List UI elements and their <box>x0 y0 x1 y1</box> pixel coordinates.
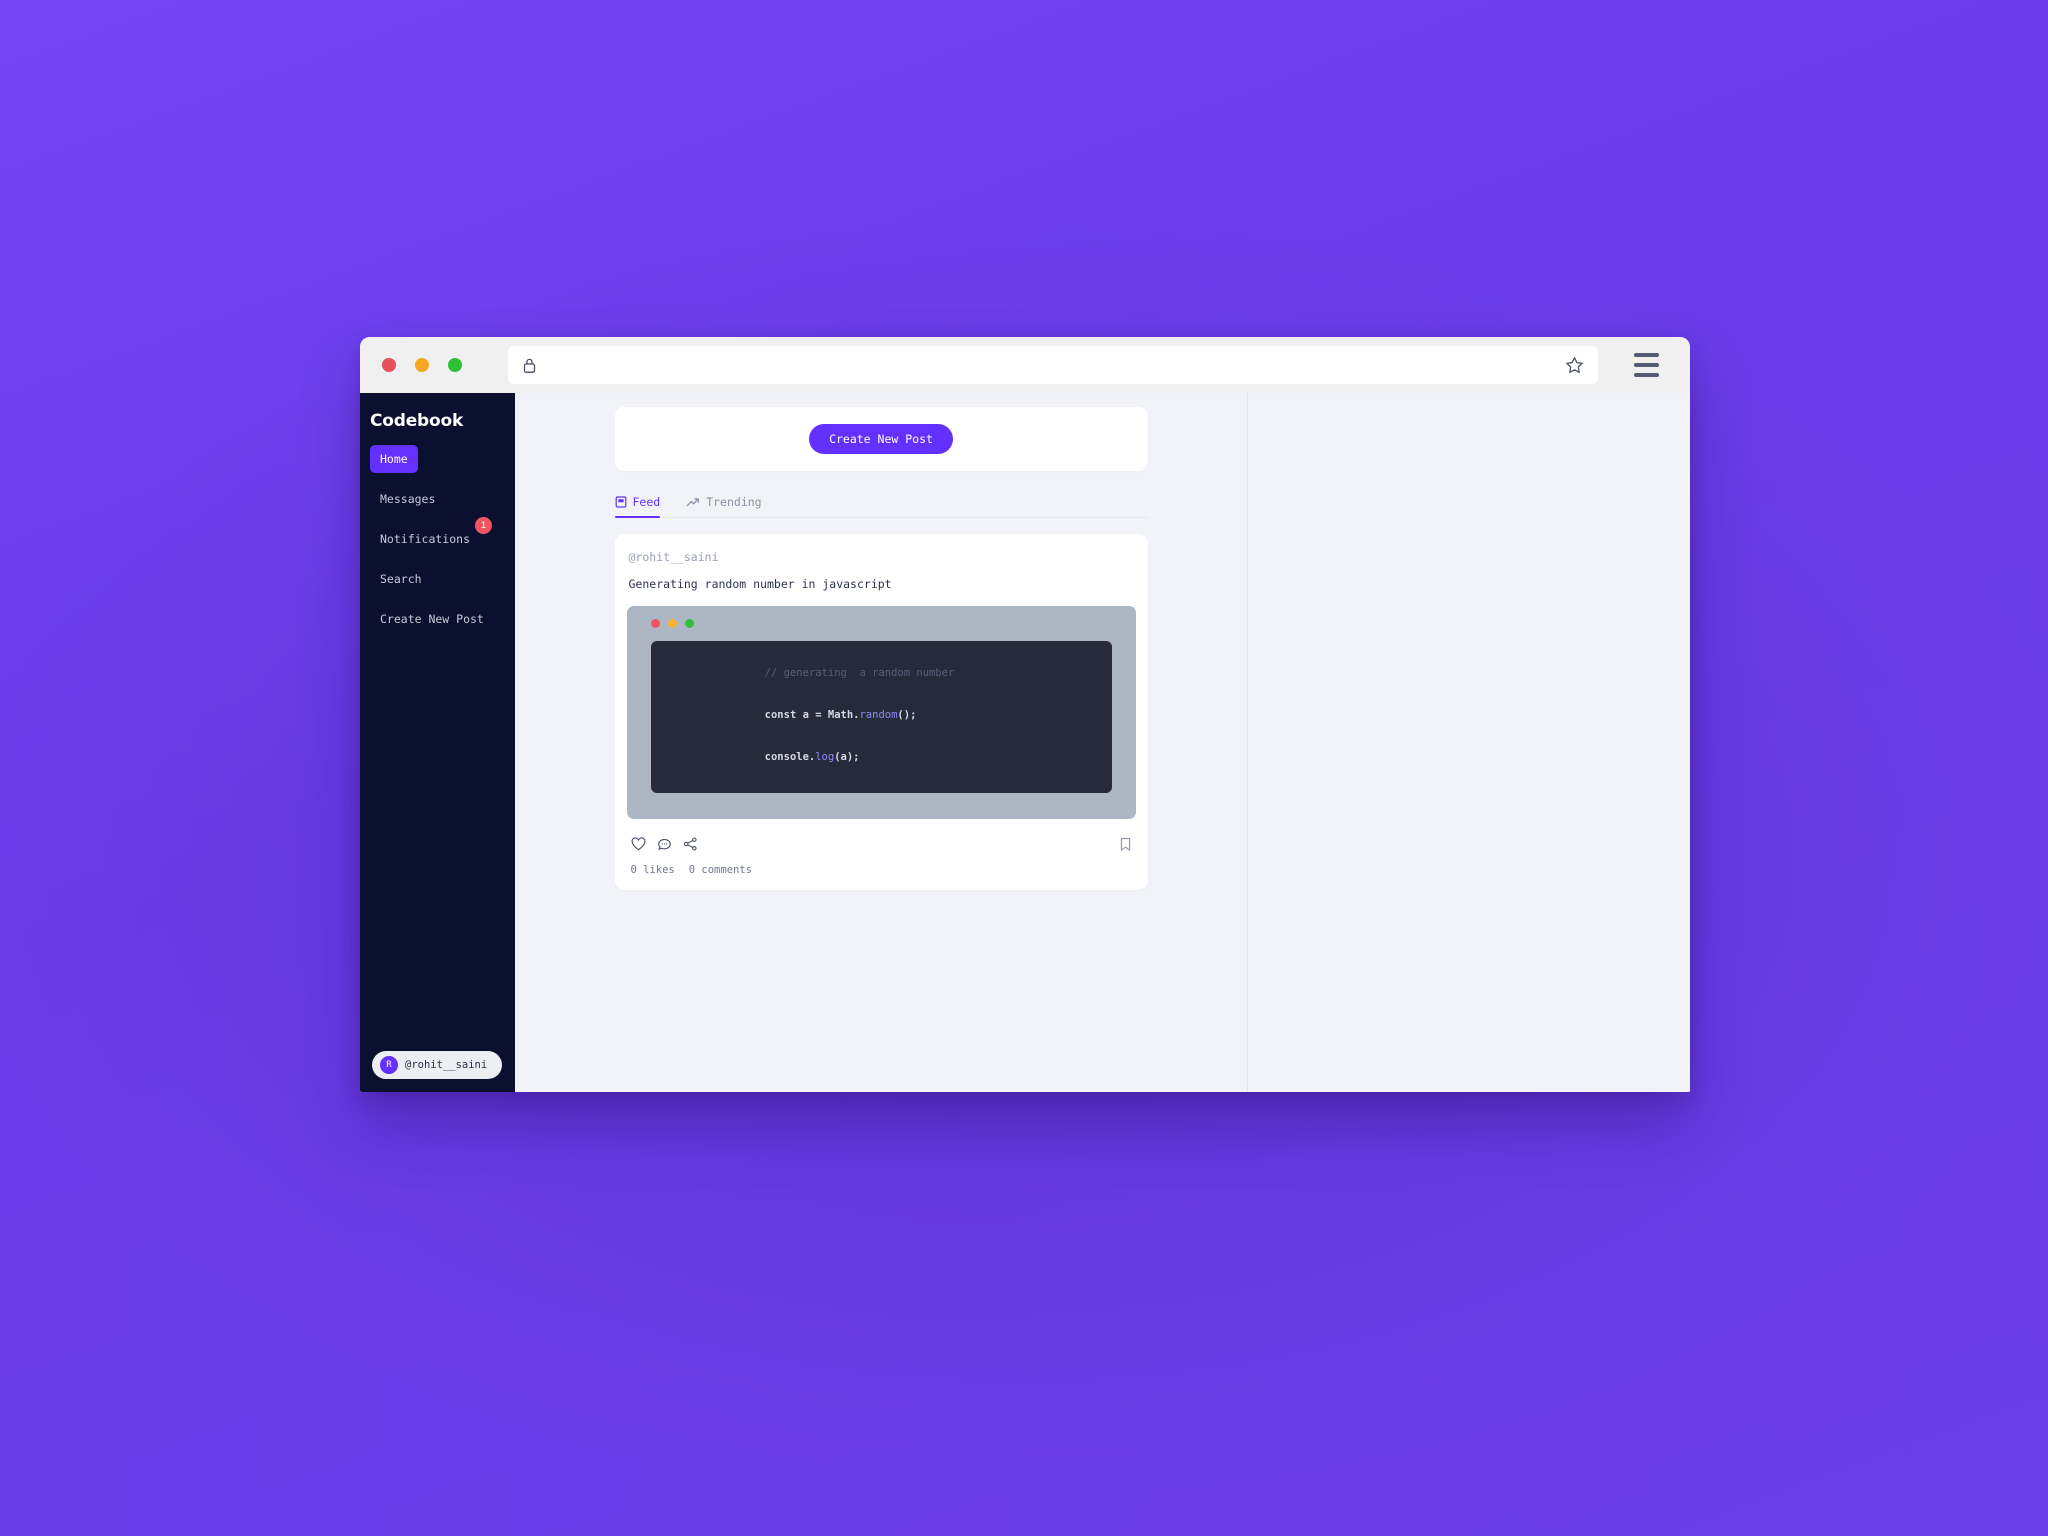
code-minimize-dot <box>667 619 677 628</box>
tab-trending[interactable]: Trending <box>686 495 762 517</box>
code-line-2: const a = Math.random(); <box>664 695 1099 737</box>
star-icon[interactable] <box>1565 356 1584 375</box>
current-user-pill[interactable]: R @rohit__saini <box>372 1051 502 1079</box>
post-action-icons <box>631 837 698 851</box>
menu-bar-1 <box>1633 353 1659 357</box>
post-author[interactable]: @rohit__saini <box>627 550 1136 564</box>
code-text: a = <box>796 708 828 721</box>
window-close-button[interactable] <box>382 358 396 372</box>
create-post-card: Create New Post <box>614 407 1148 471</box>
menu-bar-2 <box>1633 363 1659 367</box>
notifications-badge: 1 <box>475 517 493 534</box>
code-tail: (); <box>897 708 917 721</box>
sidebar-item-notifications[interactable]: Notifications 1 <box>370 517 493 553</box>
window-controls <box>382 358 462 372</box>
hamburger-menu-icon[interactable] <box>1628 347 1664 383</box>
feed-tabs: Feed Trending <box>614 495 1148 518</box>
tab-label: Trending <box>706 495 762 509</box>
tab-feed[interactable]: Feed <box>614 495 661 518</box>
post-stats: 0 likes 0 comments <box>627 864 1136 878</box>
window-maximize-button[interactable] <box>448 358 462 372</box>
right-column <box>1248 393 1690 1092</box>
sidebar-nav: Home Messages Notifications 1 Search Cre… <box>360 445 515 645</box>
browser-window: Codebook Home Messages Notifications 1 S… <box>360 337 1690 1092</box>
code-line-1: // generating a random number <box>664 653 1099 695</box>
app-body: Codebook Home Messages Notifications 1 S… <box>360 393 1690 1092</box>
code-function: log <box>815 750 835 763</box>
likes-count: 0 likes <box>630 863 675 876</box>
app-brand: Codebook <box>370 411 464 431</box>
code-object: Math. <box>827 708 860 721</box>
sidebar-item-messages[interactable]: Messages <box>370 485 445 513</box>
feed-column: Create New Post Feed Trending @rohit__sa… <box>515 393 1248 1092</box>
code-tail: (a); <box>834 750 860 763</box>
code-maximize-dot <box>684 619 694 628</box>
create-new-post-button[interactable]: Create New Post <box>809 424 953 454</box>
sidebar-item-create-new-post[interactable]: Create New Post <box>370 605 494 633</box>
code-comment: // generating a random number <box>764 666 955 679</box>
sidebar-item-label: Messages <box>380 492 436 506</box>
url-input[interactable] <box>547 357 1555 373</box>
sidebar: Codebook Home Messages Notifications 1 S… <box>360 393 515 1092</box>
sidebar-item-label: Search <box>380 572 422 586</box>
post-card: @rohit__saini Generating random number i… <box>614 534 1148 890</box>
feed-icon <box>615 496 626 508</box>
comments-count: 0 comments <box>688 863 752 876</box>
lock-icon <box>523 358 536 373</box>
like-icon[interactable] <box>631 837 646 851</box>
post-actions <box>627 837 1136 852</box>
avatar: R <box>380 1056 398 1074</box>
code-function: random <box>859 708 898 721</box>
share-icon[interactable] <box>683 837 698 851</box>
menu-bar-3 <box>1633 373 1659 377</box>
sidebar-item-home[interactable]: Home <box>370 445 418 473</box>
browser-titlebar <box>360 337 1690 393</box>
code-keyword: const <box>764 708 797 721</box>
code-window-controls <box>650 619 1112 628</box>
code-line-3: console.log(a); <box>664 737 1099 779</box>
current-user-handle: @rohit__saini <box>405 1059 488 1071</box>
window-minimize-button[interactable] <box>415 358 429 372</box>
code-close-dot <box>650 619 660 628</box>
code-block: // generating a random number const a = … <box>650 641 1112 793</box>
code-snippet-window: // generating a random number const a = … <box>626 606 1136 819</box>
sidebar-item-label: Notifications <box>380 532 471 546</box>
trending-up-icon <box>687 498 700 507</box>
url-bar[interactable] <box>508 346 1598 384</box>
sidebar-item-label: Home <box>380 452 408 466</box>
post-title: Generating random number in javascript <box>628 577 892 591</box>
sidebar-item-label: Create New Post <box>380 612 484 626</box>
sidebar-item-search[interactable]: Search <box>370 565 432 593</box>
code-object: console. <box>764 750 816 763</box>
tab-label: Feed <box>632 495 661 509</box>
comment-icon[interactable] <box>657 837 672 851</box>
bookmark-icon[interactable] <box>1119 837 1132 852</box>
main-content: Create New Post Feed Trending @rohit__sa… <box>515 393 1690 1092</box>
